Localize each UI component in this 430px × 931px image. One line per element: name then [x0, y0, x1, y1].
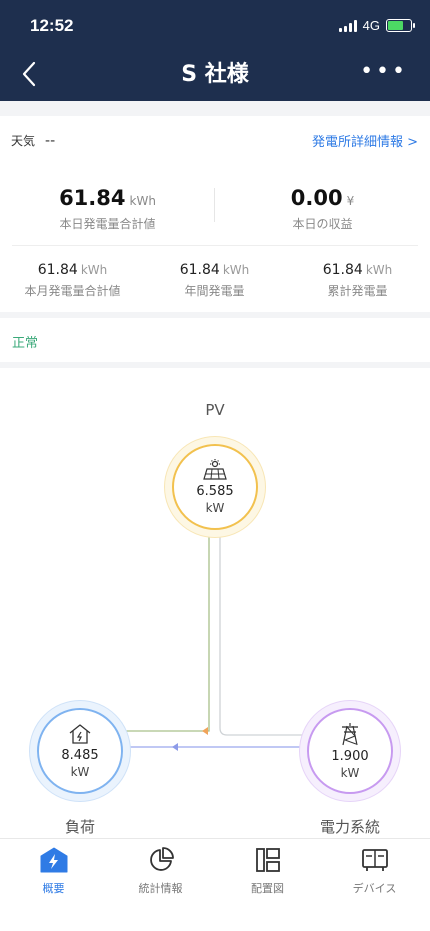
power-tower-icon [342, 723, 358, 746]
weather-info: 天気 -- [11, 132, 55, 149]
month-generation-value: 61.84 [37, 262, 78, 278]
today-revenue-label: 本日の収益 [292, 217, 353, 231]
pv-node[interactable]: 6.585 kW [172, 444, 258, 530]
status-indicators: 4G [338, 18, 415, 33]
overview-bolt-icon [40, 847, 67, 873]
total-generation-value: 61.84 [322, 262, 363, 278]
grid-value: 1.900 [331, 749, 369, 764]
tab-label: 配置図 [251, 882, 284, 895]
month-generation-label: 本月発電量合計値 [24, 284, 121, 298]
load-value: 8.485 [61, 748, 99, 763]
today-revenue-stat: 0.00 ¥ 本日の収益 [215, 186, 430, 232]
month-generation-unit: kWh [80, 263, 108, 277]
status-time: 12:52 [30, 16, 74, 35]
status-badge: 正常 [12, 336, 39, 351]
grid-label: 電力系統 [319, 818, 380, 836]
battery-icon [386, 19, 415, 32]
pv-unit: kW [205, 501, 225, 515]
summary-card: 天気 -- 発電所詳細情報 > 61.84 kWh 本日発電量合計値 0.00 ¥ 本… [0, 116, 430, 312]
grid-node[interactable]: 1.900 kW [307, 708, 393, 794]
grid-unit: kW [340, 766, 360, 780]
year-generation-unit: kWh [222, 263, 250, 277]
total-generation-stat: 61.84 kWh 累計発電量 [286, 259, 429, 299]
total-generation-unit: kWh [365, 263, 393, 277]
load-label: 負荷 [64, 818, 95, 836]
network-type: 4G [362, 18, 380, 33]
signal-icon [338, 19, 357, 32]
pie-chart-icon [149, 847, 174, 871]
energy-flow-diagram: PV 6.585 kW 8.485 kW 負荷 1.900 kW 電力系統 [0, 368, 430, 838]
pv-label: PV [205, 401, 225, 419]
load-node[interactable]: 8.485 kW [37, 708, 123, 794]
year-generation-value: 61.84 [179, 262, 220, 278]
today-generation-unit: kWh [129, 194, 156, 208]
house-icon [69, 724, 91, 744]
layout-icon [255, 848, 280, 872]
year-generation-stat: 61.84 kWh 年間発電量 [143, 259, 286, 299]
more-menu-button[interactable]: ••• [360, 61, 408, 83]
tab-label: 概要 [42, 882, 65, 895]
today-generation-label: 本日発電量合計値 [59, 217, 156, 231]
app-header: 12:52 4G S 社様 ••• [0, 0, 430, 101]
pv-to-load-line [122, 524, 210, 732]
pv-to-grid-line [219, 524, 308, 736]
today-revenue-value: 0.00 [290, 186, 343, 210]
device-icon [361, 849, 388, 871]
today-generation-stat: 61.84 kWh 本日発電量合計値 [0, 186, 215, 232]
tab-devices[interactable]: デバイス [321, 847, 428, 896]
tab-layout[interactable]: 配置図 [214, 847, 321, 896]
tab-statistics[interactable]: 統計情報 [107, 847, 214, 896]
weather-label: 天気 [11, 134, 36, 148]
tab-label: デバイス [352, 882, 397, 895]
flow-arrow-icon [172, 743, 178, 751]
load-unit: kW [70, 765, 90, 779]
status-card: 正常 [0, 318, 430, 362]
today-generation-value: 61.84 [59, 186, 126, 210]
solar-panel-icon [203, 459, 227, 480]
month-generation-stat: 61.84 kWh 本月発電量合計値 [1, 259, 144, 299]
total-generation-label: 累計発電量 [327, 284, 388, 298]
plant-detail-link[interactable]: 発電所詳細情報 > [312, 131, 418, 150]
pv-value: 6.585 [196, 484, 234, 499]
weather-value: -- [45, 133, 56, 149]
flow-arrow-icon [202, 727, 208, 735]
today-revenue-unit: ¥ [346, 194, 355, 208]
tab-label: 統計情報 [138, 882, 183, 895]
year-generation-label: 年間発電量 [184, 284, 245, 298]
divider [12, 245, 418, 246]
tab-overview[interactable]: 概要 [0, 847, 107, 896]
bottom-tab-bar: 概要 統計情報 配置図 デバイス [0, 838, 430, 931]
